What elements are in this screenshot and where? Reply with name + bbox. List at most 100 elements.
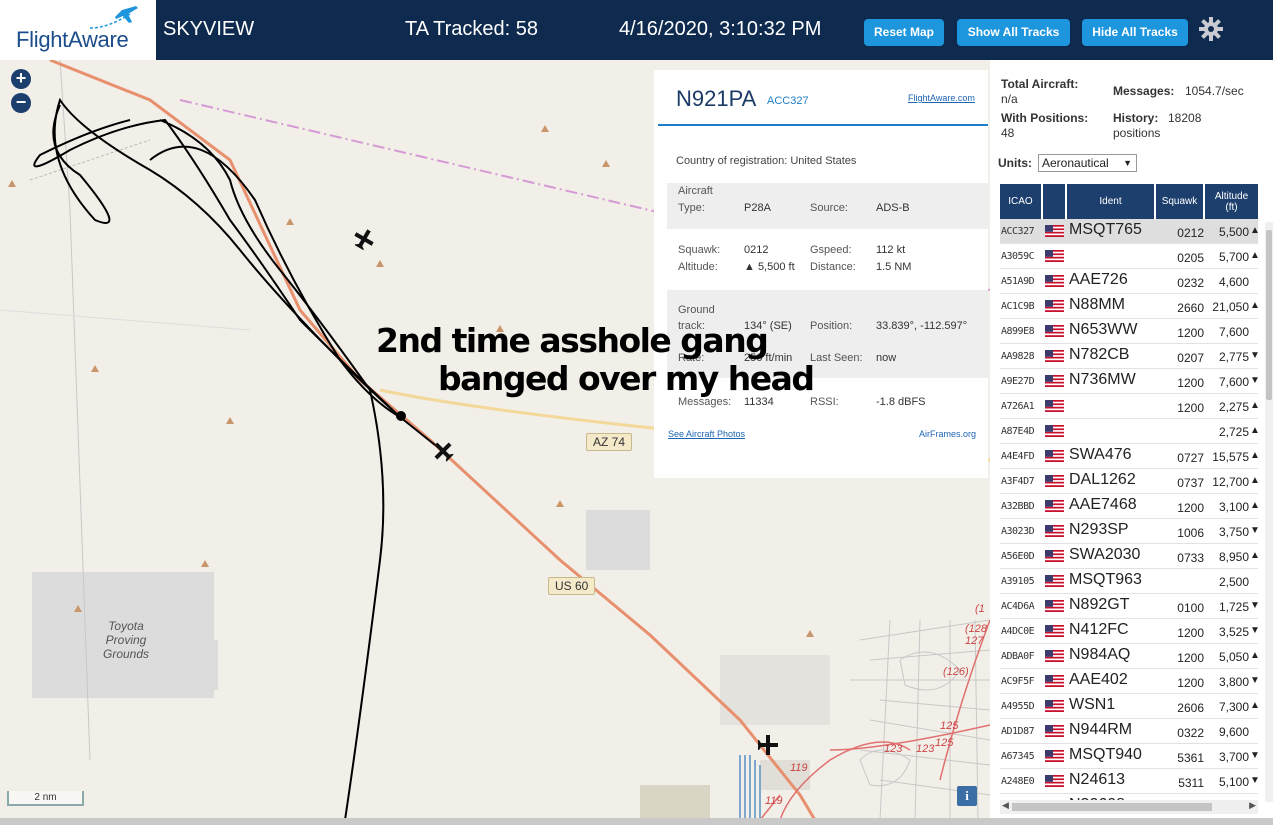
section-squawk: Squawk: 0212 Gspeed: 112 kt Altitude: ▲ … xyxy=(667,234,988,286)
table-row[interactable]: A3059C 0205 5,700 ▲ xyxy=(1000,244,1260,269)
row-icao: A726A1 xyxy=(1001,401,1035,412)
table-row[interactable]: AA9828 N782CB 0207 2,775 ▼ xyxy=(1000,344,1260,369)
row-altitude: 12,700 xyxy=(1212,475,1249,489)
table-row[interactable]: A39105 MSQT963 2,500 xyxy=(1000,569,1258,594)
row-altitude-trend: ▲ xyxy=(1250,700,1260,711)
table-row[interactable]: A87E4D 2,725 ▲ xyxy=(1000,419,1260,444)
horizontal-scrollbar-thumb[interactable] xyxy=(1012,803,1212,811)
chevron-down-icon: ▼ xyxy=(1123,158,1132,168)
gspeed-label: Gspeed: xyxy=(810,244,852,256)
squawk-label: Squawk: xyxy=(678,244,721,256)
row-squawk: 1006 xyxy=(1177,526,1204,540)
scroll-left-icon[interactable]: ◀ xyxy=(1002,800,1009,811)
table-row[interactable]: A51A9D AAE726 0232 4,600 xyxy=(1000,269,1258,294)
row-squawk: 5361 xyxy=(1177,751,1204,765)
row-icao: A248E0 xyxy=(1001,776,1035,787)
flightaware-logo[interactable]: FlightAware xyxy=(0,0,156,60)
with-positions-label: With Positions: xyxy=(1001,111,1089,125)
info-icon[interactable]: i xyxy=(957,786,977,806)
row-icao: AC1C9B xyxy=(1001,301,1035,312)
table-row[interactable]: A3F4D7 DAL1262 0737 12,700 ▲ xyxy=(1000,469,1260,494)
total-aircraft-label: Total Aircraft: xyxy=(1001,77,1079,91)
us-flag-icon xyxy=(1045,225,1064,237)
row-altitude: 7,300 xyxy=(1218,700,1249,714)
row-squawk: 0207 xyxy=(1177,351,1204,365)
bottom-scrollbar[interactable] xyxy=(0,818,1273,825)
row-altitude-trend: ▼ xyxy=(1250,375,1260,386)
table-row[interactable]: ADBA0F N984AQ 1200 5,050 ▲ xyxy=(1000,644,1260,669)
table-row[interactable]: A67345 MSQT940 5361 3,700 ▼ xyxy=(1000,744,1260,769)
row-altitude-trend: ▼ xyxy=(1250,675,1260,686)
reset-map-button[interactable]: Reset Map xyxy=(864,19,944,46)
track-label: Ground xyxy=(678,304,715,316)
table-row[interactable]: A4E4FD SWA476 0727 15,575 ▲ xyxy=(1000,444,1260,469)
row-icao: A87E4D xyxy=(1001,426,1035,437)
row-altitude: 5,500 xyxy=(1218,225,1249,239)
us-flag-icon xyxy=(1045,725,1064,737)
airframes-link[interactable]: AirFrames.org xyxy=(919,429,976,439)
col-icao[interactable]: ICAO xyxy=(1000,184,1041,219)
row-icao: A3023D xyxy=(1001,526,1035,537)
hide-all-tracks-button[interactable]: Hide All Tracks xyxy=(1082,19,1188,46)
row-squawk: 5311 xyxy=(1178,776,1204,790)
table-row[interactable]: A726A1 1200 2,275 ▲ xyxy=(1000,394,1260,419)
row-ident: WSN1 xyxy=(1069,696,1116,713)
row-altitude: 21,050 xyxy=(1212,300,1249,314)
plane-icon xyxy=(758,735,778,755)
row-altitude: 2,500 xyxy=(1218,575,1249,589)
us-flag-icon xyxy=(1045,475,1064,487)
col-flag[interactable] xyxy=(1043,184,1065,219)
row-altitude: 3,525 xyxy=(1218,625,1249,639)
col-squawk[interactable]: Squawk xyxy=(1156,184,1203,219)
table-row[interactable]: A32BBD AAE7468 1200 3,100 ▲ xyxy=(1000,494,1260,519)
row-squawk: 1200 xyxy=(1177,401,1204,415)
scroll-right-icon[interactable]: ▶ xyxy=(1249,800,1256,811)
table-row[interactable]: A56E0D SWA2030 0733 8,950 ▲ xyxy=(1000,544,1260,569)
distance-label: Distance: xyxy=(810,261,856,273)
table-row[interactable]: AC1C9B N88MM 2660 21,050 ▲ xyxy=(1000,294,1260,319)
source-label: Source: xyxy=(810,202,848,214)
scrollbar-thumb[interactable] xyxy=(1266,230,1272,400)
aircraft-photos-link[interactable]: See Aircraft Photos xyxy=(668,429,745,439)
row-squawk: 0322 xyxy=(1177,726,1204,740)
row-altitude: 7,600 xyxy=(1218,325,1249,339)
table-row[interactable]: A9E27D N736MW 1200 7,600 ▼ xyxy=(1000,369,1260,394)
row-ident: N412FC xyxy=(1069,621,1129,638)
country-row: Country of registration: United States xyxy=(676,155,856,167)
row-altitude-trend: ▲ xyxy=(1250,225,1260,236)
table-row[interactable]: AC9F5F AAE402 1200 3,800 ▼ xyxy=(1000,669,1260,694)
plane-icon xyxy=(354,229,374,251)
messages-rate-label: Messages: xyxy=(1113,84,1175,98)
lastseen-label: Last Seen: xyxy=(810,352,863,364)
us-flag-icon xyxy=(1045,500,1064,512)
table-row[interactable]: A248E0 N24613 5311 5,100 ▼ xyxy=(1000,769,1260,794)
show-all-tracks-button[interactable]: Show All Tracks xyxy=(957,19,1070,46)
table-row[interactable]: A899E8 N653WW 1200 7,600 xyxy=(1000,319,1258,344)
zoom-out-button[interactable]: − xyxy=(11,93,31,113)
us-flag-icon xyxy=(1045,675,1064,687)
gear-icon[interactable] xyxy=(1198,16,1224,42)
col-altitude[interactable]: Altitude (ft) xyxy=(1205,184,1258,219)
country-label: Country of registration: xyxy=(676,155,788,167)
zoom-in-button[interactable]: + xyxy=(11,69,31,89)
col-ident[interactable]: Ident xyxy=(1067,184,1154,219)
row-altitude: 3,100 xyxy=(1218,500,1249,514)
table-row[interactable]: AC4D6A N892GT 0100 1,725 ▼ xyxy=(1000,594,1260,619)
us-flag-icon xyxy=(1045,600,1064,612)
table-row[interactable]: ACC327 MSQT765 0212 5,500 ▲ xyxy=(1000,219,1260,244)
row-icao: ADBA0F xyxy=(1001,651,1035,662)
us-flag-icon xyxy=(1045,275,1064,287)
table-row[interactable]: A4955D WSN1 2606 7,300 ▲ xyxy=(1000,694,1260,719)
flightaware-link[interactable]: FlightAware.com xyxy=(908,93,975,103)
rssi-label: RSSI: xyxy=(810,396,839,408)
table-row[interactable]: A4DC0E N412FC 1200 3,525 ▼ xyxy=(1000,619,1260,644)
table-row[interactable]: AD1D87 N944RM 0322 9,600 xyxy=(1000,719,1258,744)
table-row[interactable]: A3023D N293SP 1006 3,750 ▼ xyxy=(1000,519,1260,544)
us-flag-icon xyxy=(1045,250,1064,262)
type-label: Aircraft xyxy=(678,185,713,197)
row-ident: AAE402 xyxy=(1069,671,1128,688)
header-bar: FlightAware SKYVIEW TA Tracked: 58 4/16/… xyxy=(0,0,1273,60)
panel-divider xyxy=(658,124,988,126)
units-select[interactable]: Aeronautical ▼ xyxy=(1038,154,1137,172)
row-icao: ACC327 xyxy=(1001,226,1035,237)
